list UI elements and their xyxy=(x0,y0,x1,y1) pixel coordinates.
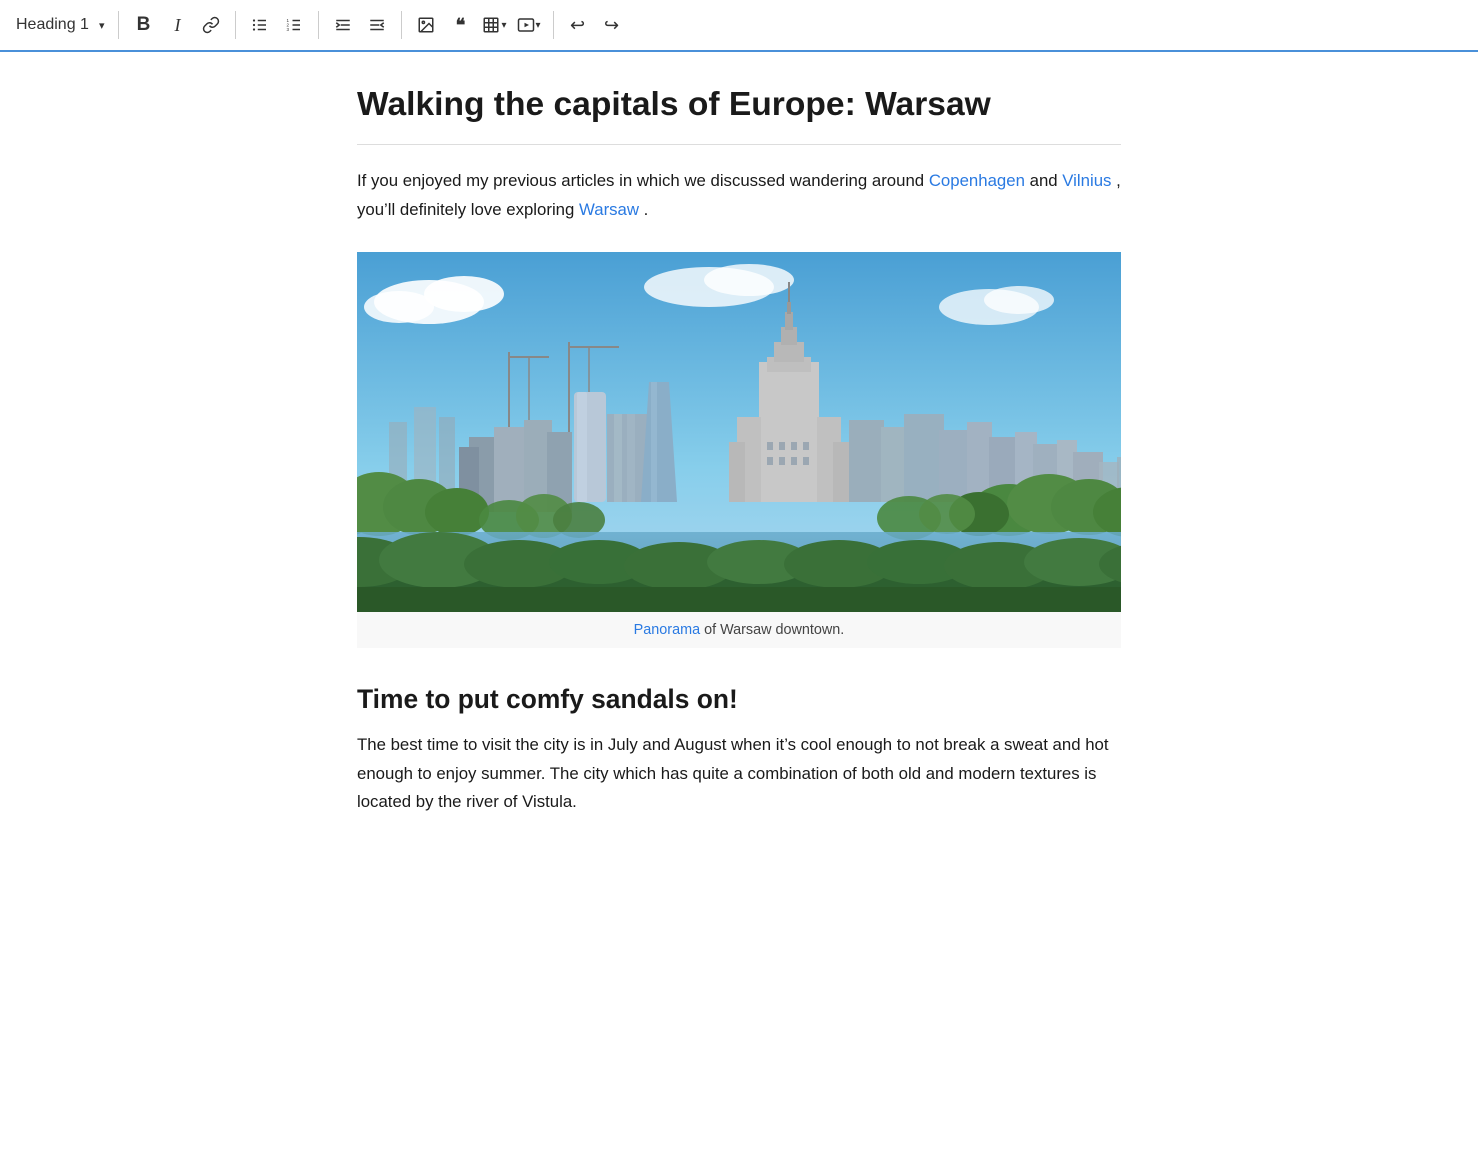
link-button[interactable] xyxy=(195,9,227,41)
italic-button[interactable]: I xyxy=(161,9,193,41)
image-block: Panorama of Warsaw downtown. xyxy=(357,252,1121,648)
article-title: Walking the capitals of Europe: Warsaw xyxy=(357,84,1121,126)
numbered-list-icon: 1 2 3 xyxy=(285,16,303,34)
undo-button[interactable]: ↩ xyxy=(562,9,594,41)
warsaw-link[interactable]: Warsaw xyxy=(579,200,639,219)
table-caret-icon: ▾ xyxy=(501,20,506,31)
heading-selector[interactable]: Heading 1 ▾ xyxy=(10,9,110,41)
divider-3 xyxy=(318,11,319,39)
table-button[interactable]: ▾ xyxy=(478,9,510,41)
image-button[interactable] xyxy=(410,9,442,41)
section-heading: Time to put comfy sandals on! xyxy=(357,684,1121,715)
intro-paragraph: If you enjoyed my previous articles in w… xyxy=(357,167,1121,224)
media-icon xyxy=(517,16,535,34)
quote-button[interactable]: ❝ xyxy=(444,9,476,41)
title-divider xyxy=(357,144,1121,145)
intro-text-start: If you enjoyed my previous articles in w… xyxy=(357,171,924,190)
content-area: Walking the capitals of Europe: Warsaw I… xyxy=(309,52,1169,877)
divider-2 xyxy=(235,11,236,39)
vilnius-link[interactable]: Vilnius xyxy=(1062,171,1111,190)
indent-right-icon xyxy=(368,16,386,34)
heading-selector-label: Heading 1 xyxy=(16,16,89,34)
warsaw-image xyxy=(357,252,1121,612)
table-icon xyxy=(482,16,500,34)
divider-5 xyxy=(553,11,554,39)
numbered-list-button[interactable]: 1 2 3 xyxy=(278,9,310,41)
caption-text: of Warsaw downtown. xyxy=(700,622,844,638)
quote-icon: ❝ xyxy=(456,16,466,34)
redo-icon: ↪ xyxy=(604,15,619,36)
bullet-list-icon xyxy=(251,16,269,34)
divider-4 xyxy=(401,11,402,39)
indent-right-button[interactable] xyxy=(361,9,393,41)
intro-text-final: . xyxy=(644,200,649,219)
redo-button[interactable]: ↪ xyxy=(596,9,628,41)
indent-left-icon xyxy=(334,16,352,34)
link-icon xyxy=(202,16,220,34)
copenhagen-link[interactable]: Copenhagen xyxy=(929,171,1025,190)
image-icon xyxy=(417,16,435,34)
intro-text-mid: and xyxy=(1030,171,1063,190)
bullet-list-button[interactable] xyxy=(244,9,276,41)
panorama-link[interactable]: Panorama xyxy=(634,622,700,638)
chevron-down-icon: ▾ xyxy=(99,19,105,32)
divider-1 xyxy=(118,11,119,39)
body-paragraph: The best time to visit the city is in Ju… xyxy=(357,731,1121,817)
media-caret-icon: ▾ xyxy=(536,20,541,31)
indent-left-button[interactable] xyxy=(327,9,359,41)
svg-text:3: 3 xyxy=(287,27,290,32)
undo-icon: ↩ xyxy=(570,15,585,36)
bold-button[interactable]: B xyxy=(127,9,159,41)
media-button[interactable]: ▾ xyxy=(513,9,545,41)
toolbar: Heading 1 ▾ B I 1 2 3 xyxy=(0,0,1478,52)
image-caption: Panorama of Warsaw downtown. xyxy=(357,612,1121,648)
